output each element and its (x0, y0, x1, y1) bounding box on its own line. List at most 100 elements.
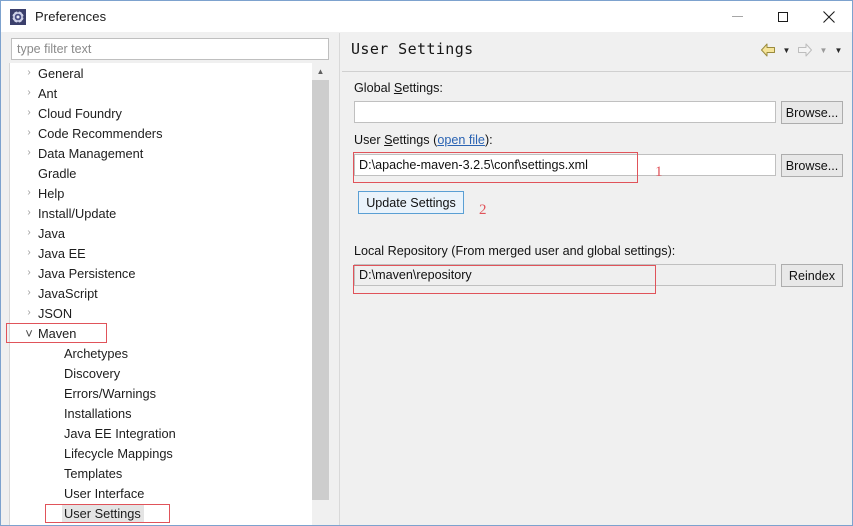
tree-scroll-area[interactable]: › General › Ant › Cloud Foundry › Code Recommen… (10, 63, 313, 525)
back-arrow-icon (761, 43, 775, 57)
tree-item-help[interactable]: › Help (10, 183, 313, 203)
forward-button[interactable] (796, 41, 814, 59)
tree-item-code-recommenders[interactable]: › Code Recommenders (10, 123, 313, 143)
gear-icon (10, 8, 26, 25)
tree-item-ant[interactable]: › Ant (10, 83, 313, 103)
chevron-right-icon[interactable]: › (22, 268, 36, 278)
chevron-right-icon[interactable]: › (22, 208, 36, 218)
tree-item-user-interface[interactable]: User Interface (10, 483, 313, 503)
user-settings-label-pre: User (354, 133, 385, 147)
window-controls (714, 1, 852, 32)
tree-item-install-update[interactable]: › Install/Update (10, 203, 313, 223)
tree-item-errors-warnings[interactable]: Errors/Warnings (10, 383, 313, 403)
user-settings-label: User Settings (open file): (354, 133, 493, 147)
tree-item-discovery[interactable]: Discovery (10, 363, 313, 383)
tree-item-label: Errors/Warnings (64, 385, 156, 401)
tree-item-cloud-foundry[interactable]: › Cloud Foundry (10, 103, 313, 123)
chevron-right-icon[interactable]: › (22, 88, 36, 98)
minimize-button[interactable] (714, 1, 760, 32)
tree-item-label: Ant (38, 85, 58, 101)
tree-item-data-management[interactable]: › Data Management (10, 143, 313, 163)
global-settings-label: Global Settings: (354, 81, 443, 95)
window-title: Preferences (35, 9, 107, 24)
forward-history-caret[interactable]: ▼ (818, 41, 829, 59)
tree-item-java-ee-integration[interactable]: Java EE Integration (10, 423, 313, 443)
tree-item-label: Gradle (38, 165, 77, 181)
tree-item-label: Java EE Integration (64, 425, 176, 441)
tree-item-gradle[interactable]: Gradle (10, 163, 313, 183)
pane-menu-caret[interactable]: ▼ (833, 41, 844, 59)
tree-item-json[interactable]: › JSON (10, 303, 313, 323)
tree-item-archetypes[interactable]: Archetypes (10, 343, 313, 363)
tree-item-label: JavaScript (38, 285, 98, 301)
open-file-link[interactable]: open file (437, 133, 485, 147)
tree-item-user-settings[interactable]: User Settings (10, 503, 313, 523)
user-settings-browse-button[interactable]: Browse... (781, 154, 843, 177)
tree-item-label: Java Persistence (38, 265, 136, 281)
chevron-right-icon[interactable]: › (22, 108, 36, 118)
preferences-tree: › General › Ant › Cloud Foundry › Code Recommen… (9, 63, 329, 525)
tree-item-label: JSON (38, 305, 73, 321)
chevron-right-icon[interactable]: › (22, 128, 36, 138)
chevron-right-icon[interactable]: › (22, 308, 36, 318)
tree-item-label: Maven (38, 325, 77, 341)
chevron-right-icon[interactable]: › (22, 188, 36, 198)
scroll-up-icon[interactable]: ▲ (312, 63, 329, 80)
tree-item-javascript[interactable]: › JavaScript (10, 283, 313, 303)
tree-item-maven[interactable]: ˅ Maven (10, 323, 313, 343)
global-settings-input[interactable] (354, 101, 776, 123)
global-settings-browse-button[interactable]: Browse... (781, 101, 843, 124)
chevron-right-icon[interactable]: › (22, 68, 36, 78)
header-divider (342, 71, 851, 72)
user-settings-label-mid: ettings ( (392, 133, 438, 147)
chevron-right-icon[interactable]: › (22, 148, 36, 158)
tree-item-label: Install/Update (38, 205, 117, 221)
close-icon (823, 10, 835, 23)
local-repository-input[interactable] (354, 264, 776, 286)
annotation-marker-1: 1 (655, 164, 663, 180)
user-settings-label-post: ): (484, 133, 493, 147)
tree-item-label: General (38, 65, 84, 81)
tree-item-java[interactable]: › Java (10, 223, 313, 243)
tree-item-label: Installations (64, 405, 132, 421)
tree-item-java-persistence[interactable]: › Java Persistence (10, 263, 313, 283)
pane-nav: ▼ ▼ ▼ (759, 41, 844, 59)
maximize-icon (778, 11, 788, 22)
filter-field-wrap (11, 38, 329, 60)
tree-item-label: Templates (64, 465, 123, 481)
tree-scrollbar[interactable]: ▲ (312, 63, 329, 525)
close-button[interactable] (806, 1, 852, 32)
tree-item-label: Java EE (38, 245, 86, 261)
local-repository-label: Local Repository (From merged user and g… (354, 244, 676, 258)
page-title: User Settings (351, 40, 474, 58)
chevron-right-icon[interactable]: › (22, 248, 36, 258)
preferences-dialog: Preferences ›General›Ant›Cloud Foundry›C… (0, 0, 853, 526)
update-settings-button[interactable]: Update Settings (358, 191, 464, 214)
chevron-right-icon[interactable]: › (22, 228, 36, 238)
tree-item-general[interactable]: › General (10, 63, 313, 83)
chevron-right-icon[interactable]: › (22, 288, 36, 298)
tree-item-java-ee[interactable]: › Java EE (10, 243, 313, 263)
forward-arrow-icon (798, 43, 812, 57)
chevron-down-icon[interactable]: ˅ (22, 327, 36, 340)
scrollbar-thumb[interactable] (312, 80, 329, 500)
search-input[interactable] (11, 38, 329, 60)
global-settings-label-post: ettings: (402, 81, 443, 95)
tree-item-label: Code Recommenders (38, 125, 163, 141)
back-history-caret[interactable]: ▼ (781, 41, 792, 59)
pane-header: User Settings ▼ ▼ ▼ (340, 33, 852, 71)
tree-item-label: Cloud Foundry (38, 105, 122, 121)
tree-item-lifecycle-mappings[interactable]: Lifecycle Mappings (10, 443, 313, 463)
tree-item-templates[interactable]: Templates (10, 463, 313, 483)
global-settings-label-pre: Global (354, 81, 394, 95)
user-settings-input[interactable] (354, 154, 776, 176)
tree-item-label: User Settings (62, 504, 144, 522)
tree-item-label: Help (38, 185, 65, 201)
reindex-button[interactable]: Reindex (781, 264, 843, 287)
tree-item-label: Discovery (64, 365, 121, 381)
back-button[interactable] (759, 41, 777, 59)
maximize-button[interactable] (760, 1, 806, 32)
tree-item-installations[interactable]: Installations (10, 403, 313, 423)
tree-item-label: User Interface (64, 485, 145, 501)
tree-item-label: Lifecycle Mappings (64, 445, 173, 461)
